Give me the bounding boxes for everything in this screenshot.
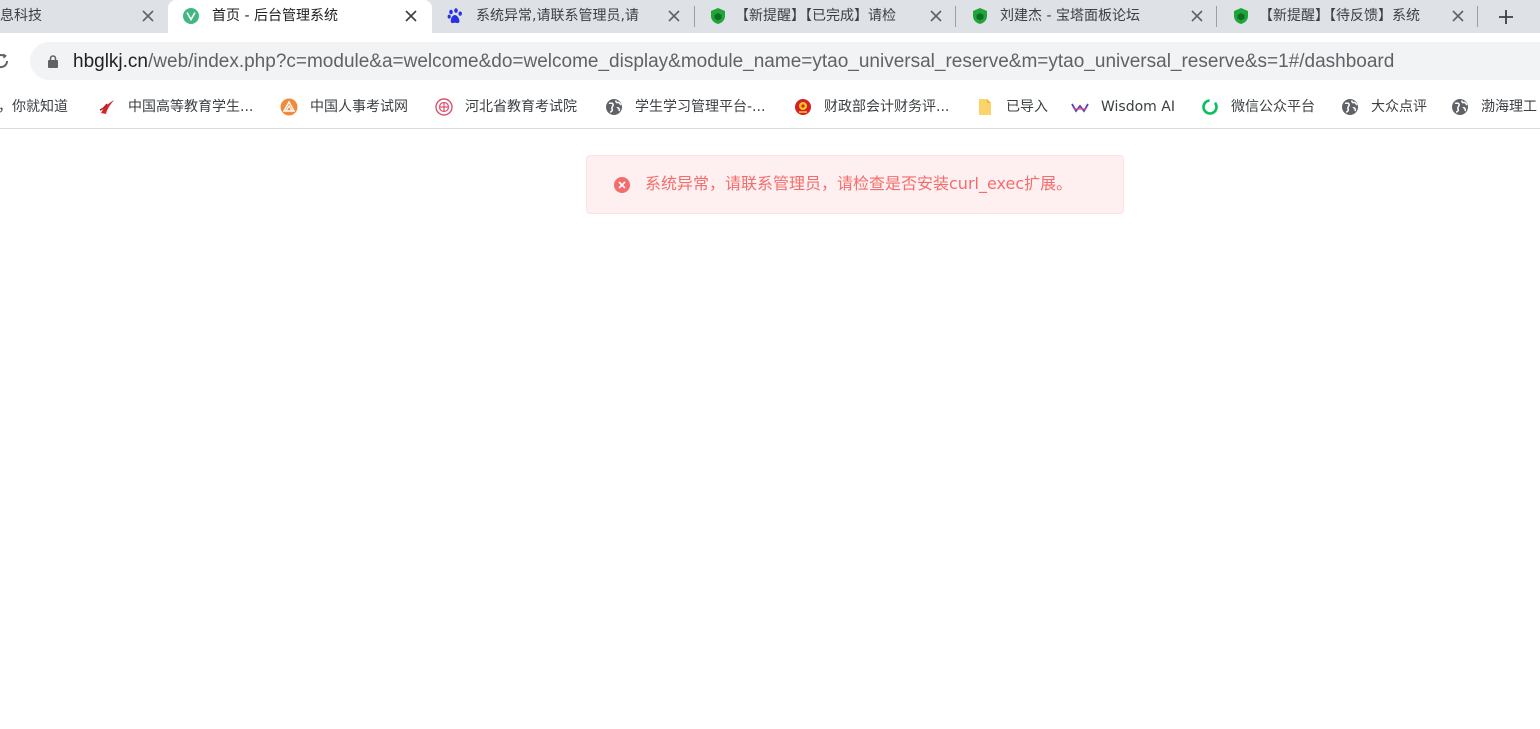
new-tab-button[interactable] (1492, 3, 1520, 31)
tab-close-icon[interactable] (399, 4, 423, 28)
bookmark-label: Wisdom AI (1101, 99, 1175, 115)
tab-dashboard[interactable]: 首页 - 后台管理系统 (168, 0, 432, 33)
folder-icon (976, 98, 994, 116)
bookmark-label: 财政部会计财务评... (824, 99, 950, 115)
plus-icon (1499, 10, 1513, 24)
url-path: /web/index.php?c=module&a=welcome&do=wel… (148, 51, 1395, 72)
reload-icon[interactable] (0, 52, 10, 70)
tab-close-icon[interactable] (1185, 4, 1209, 28)
page-content: 系统异常，请联系管理员，请检查是否安装curl_exec扩展。 (0, 130, 1540, 729)
bookmark-item[interactable]: 财政部会计财务评... (794, 96, 949, 118)
tab-close-icon[interactable] (924, 4, 948, 28)
bt-shield-icon (971, 7, 989, 25)
tab-close-icon[interactable] (1446, 4, 1470, 28)
bookmark-label: 中国人事考试网 (310, 99, 408, 115)
bookmark-item[interactable]: Wisdom AI (1071, 96, 1175, 118)
tab-baidu-search[interactable]: 系统异常,请联系管理员,请 (432, 0, 694, 33)
baidu-paw-icon (446, 7, 464, 25)
error-message-text: 系统异常，请联系管理员，请检查是否安装curl_exec扩展。 (645, 174, 1073, 193)
globe-icon (605, 98, 623, 116)
bookmark-item[interactable]: 微信公众平台 (1201, 96, 1315, 118)
error-message: 系统异常，请联系管理员，请检查是否安装curl_exec扩展。 (586, 155, 1124, 214)
circle-close-icon (613, 176, 631, 194)
globe-icon (1451, 98, 1469, 116)
bookmark-label: 中国高等教育学生... (128, 99, 254, 115)
tab-strip: 息科技 首页 - 后台管理系统 系统异常,请联系管理员,请 【新提醒】【已完成】… (0, 0, 1540, 33)
tab-title: 【新提醒】【已完成】请检 (735, 8, 896, 24)
bt-shield-icon (709, 7, 727, 25)
bookmark-label: 大众点评 (1371, 99, 1427, 115)
bookmark-label: 已导入 (1006, 99, 1048, 115)
bookmark-label: 微信公众平台 (1231, 99, 1315, 115)
wechat-icon (1201, 98, 1219, 116)
tab-bt-forum-profile[interactable]: 刘建杰 - 宝塔面板论坛 (956, 0, 1216, 33)
bookmark-item[interactable]: 中国人事考试网 (280, 96, 408, 118)
tab-xi-tech[interactable]: 息科技 (0, 0, 170, 33)
tab-close-icon[interactable] (662, 4, 686, 28)
hebeea-icon (435, 98, 453, 116)
chsi-icon (98, 98, 116, 116)
bookmark-label: 河北省教育考试院 (465, 99, 577, 115)
tab-title: 【新提醒】【待反馈】系统 (1259, 8, 1420, 24)
bookmark-item[interactable]: ，你就知道 (0, 96, 68, 118)
tab-close-icon[interactable] (136, 4, 160, 28)
tab-title: 刘建杰 - 宝塔面板论坛 (1000, 8, 1140, 24)
bookmark-item[interactable]: 渤海理工 (1451, 96, 1537, 118)
tab-bt-reminder-done[interactable]: 【新提醒】【已完成】请检 (695, 0, 955, 33)
cpta-icon (280, 98, 298, 116)
url-text[interactable]: hbglkj.cn/web/index.php?c=module&a=welco… (73, 51, 1394, 73)
tab-separator (1477, 6, 1478, 27)
bookmark-folder[interactable]: 已导入 (976, 96, 1048, 118)
bookmark-item[interactable]: 中国高等教育学生... (98, 96, 253, 118)
bookmarks-bar: ，你就知道 中国高等教育学生... 中国人事考试网 河北省教育考试院 学生学习管… (0, 88, 1540, 129)
bookmark-label: 渤海理工 (1481, 99, 1537, 115)
bookmark-item[interactable]: 河北省教育考试院 (435, 96, 577, 118)
tab-title: 首页 - 后台管理系统 (212, 8, 338, 24)
tab-bt-reminder-pending[interactable]: 【新提醒】【待反馈】系统 (1217, 0, 1477, 33)
globe-icon (1341, 98, 1359, 116)
bookmark-label: ，你就知道 (0, 99, 68, 115)
bt-shield-icon (1232, 7, 1250, 25)
emblem-icon (794, 98, 812, 116)
wisdom-icon (1071, 98, 1089, 116)
tab-title: 系统异常,请联系管理员,请 (476, 8, 639, 24)
url-host: hbglkj.cn (73, 51, 148, 72)
lock-icon[interactable] (46, 54, 60, 69)
tab-title: 息科技 (0, 8, 42, 24)
bookmark-item[interactable]: 学生学习管理平台-... (605, 96, 765, 118)
bookmark-label: 学生学习管理平台-... (635, 99, 766, 115)
vue-icon (182, 7, 200, 25)
address-bar[interactable]: hbglkj.cn/web/index.php?c=module&a=welco… (30, 42, 1540, 80)
bookmark-item[interactable]: 大众点评 (1341, 96, 1427, 118)
browser-toolbar: hbglkj.cn/web/index.php?c=module&a=welco… (0, 33, 1540, 88)
